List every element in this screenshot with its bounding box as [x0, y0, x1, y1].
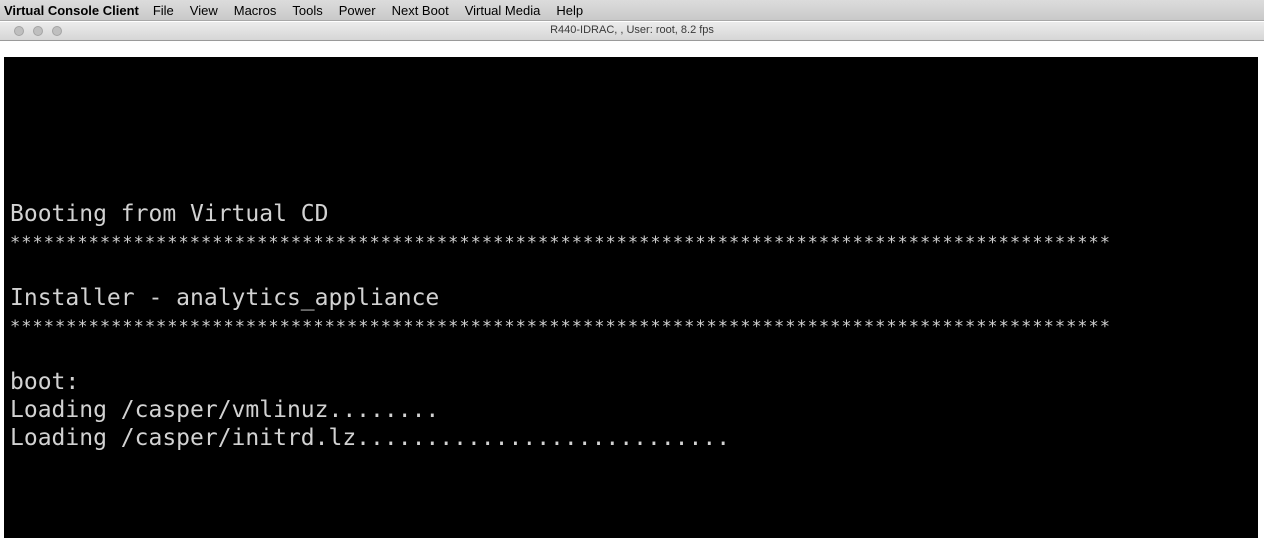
window-title: R440-IDRAC, , User: root, 8.2 fps — [550, 24, 714, 36]
menu-help[interactable]: Help — [556, 3, 583, 18]
menu-bar: Virtual Console Client File View Macros … — [0, 0, 1264, 21]
console-separator-1: ****************************************… — [10, 233, 1112, 253]
menu-view[interactable]: View — [190, 3, 218, 18]
console-line-boot-prompt: boot: — [10, 369, 80, 395]
remote-console-screen[interactable]: Booting from Virtual CD ****************… — [4, 57, 1258, 538]
console-line-installer: Installer - analytics_appliance — [10, 285, 440, 311]
console-line-booting: Booting from Virtual CD — [10, 201, 329, 227]
console-line-loading-initrd: Loading /casper/initrd.lz...............… — [10, 425, 731, 451]
menu-power[interactable]: Power — [339, 3, 376, 18]
console-line-loading-vmlinuz: Loading /casper/vmlinuz........ — [10, 397, 440, 423]
menu-macros[interactable]: Macros — [234, 3, 277, 18]
console-separator-2: ****************************************… — [10, 317, 1112, 337]
window-title-bar[interactable]: R440-IDRAC, , User: root, 8.2 fps — [0, 22, 1264, 41]
menu-tools[interactable]: Tools — [292, 3, 322, 18]
menu-next-boot[interactable]: Next Boot — [392, 3, 449, 18]
app-name-menu[interactable]: Virtual Console Client — [4, 3, 139, 18]
menu-virtual-media[interactable]: Virtual Media — [465, 3, 541, 18]
menu-file[interactable]: File — [153, 3, 174, 18]
